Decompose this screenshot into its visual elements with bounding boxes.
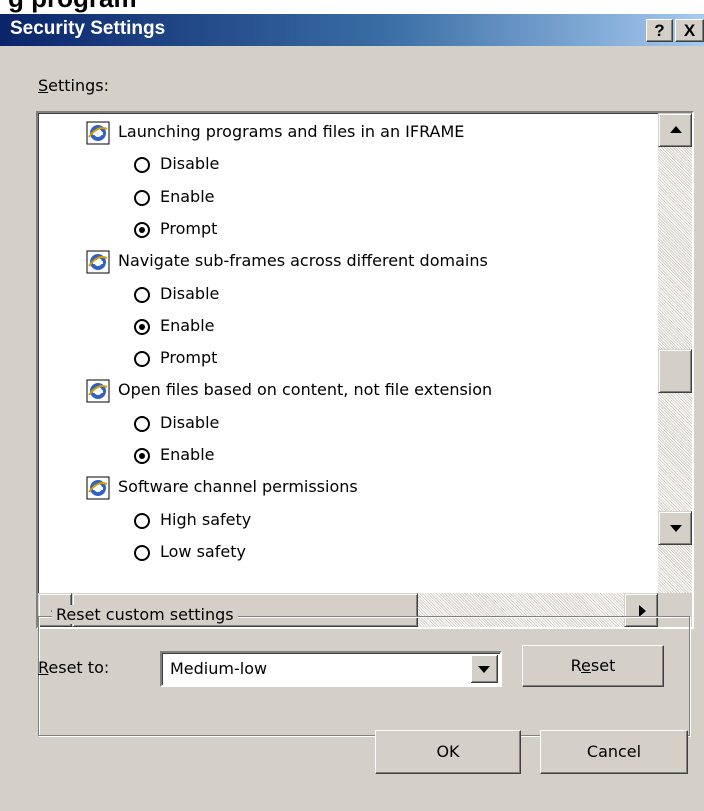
setting-label: Launching programs and files in an IFRAM… [118,122,465,141]
radio-checked-icon[interactable] [134,221,150,238]
arrow-up-icon [670,126,682,133]
setting-label: Open files based on content, not file ex… [118,380,493,400]
radio-unchecked-icon[interactable] [134,415,150,432]
ie-setting-icon [86,121,110,145]
setting-label: Disable [160,154,220,174]
settings-tree-content: Launching programs and files in an IFRAM… [38,113,658,593]
ie-setting-icon [86,250,110,274]
cancel-button[interactable]: Cancel [540,730,688,774]
close-button[interactable]: X [675,19,704,42]
setting-label: Disable [160,412,220,432]
setting-label: Low safety [160,541,246,561]
setting-label: Enable [160,186,215,206]
reset-group-title: Reset custom settings [52,605,238,624]
setting-label: High safety [160,509,252,529]
reset-level-dropdown[interactable]: Medium-low [160,651,502,687]
setting-label: Prompt [160,348,218,368]
radio-unchecked-icon[interactable] [134,512,150,529]
setting-label: Disable [160,283,220,303]
help-button[interactable]: ? [646,19,673,42]
dropdown-button[interactable] [471,655,498,683]
radio-unchecked-icon[interactable] [134,157,150,174]
radio-unchecked-icon[interactable] [134,351,150,368]
radio-checked-icon[interactable] [134,448,150,464]
setting-label: Prompt [160,218,218,238]
ok-button[interactable]: OK [375,730,521,774]
setting-label: Enable [160,445,215,464]
dialog-body: Settings: Launching programs and files i… [0,46,704,811]
reset-to-label: Reset to: [38,658,110,677]
setting-label: Navigate sub-frames across different dom… [118,251,488,271]
ie-setting-icon [86,476,110,500]
scroll-down-button[interactable] [658,511,692,545]
cropped-window-behind: g program [0,0,704,14]
setting-label: Enable [160,315,215,335]
reset-button[interactable]: Reset [522,645,664,687]
settings-label: Settings: [38,76,110,95]
arrow-down-icon [670,525,682,532]
settings-tree-list[interactable]: Launching programs and files in an IFRAM… [36,111,694,629]
cropped-heading-text: g program [8,0,137,14]
vertical-scroll-thumb[interactable] [658,349,692,393]
title-bar: Security Settings ? X [0,14,704,46]
radio-unchecked-icon[interactable] [134,189,150,206]
radio-unchecked-icon[interactable] [134,286,150,303]
reset-level-value: Medium-low [170,659,268,678]
setting-label: Software channel permissions [118,477,358,497]
chevron-down-icon [478,666,490,673]
radio-unchecked-icon[interactable] [134,544,150,561]
radio-checked-icon[interactable] [134,318,150,335]
window-title: Security Settings [10,18,166,39]
ie-setting-icon [86,379,110,403]
help-icon: ? [654,21,665,40]
vertical-scrollbar[interactable] [658,113,692,593]
scroll-up-button[interactable] [658,113,692,147]
close-icon: X [683,21,696,40]
